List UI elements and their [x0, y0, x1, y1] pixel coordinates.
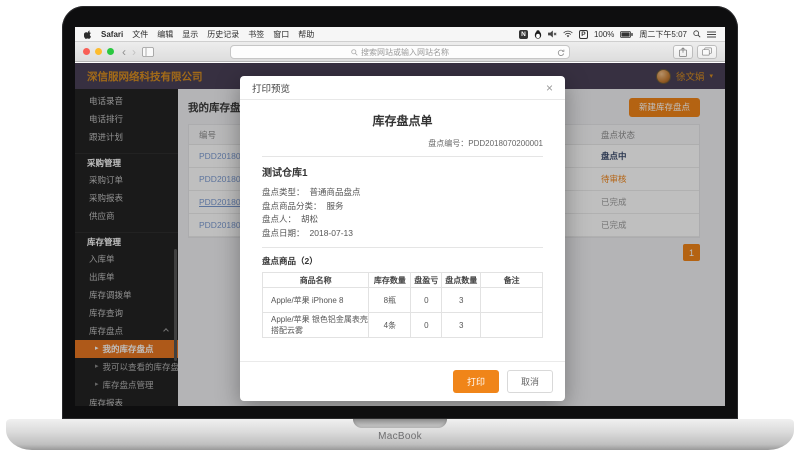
close-window-button[interactable] [83, 48, 90, 55]
notification-center-icon[interactable] [707, 31, 716, 38]
field-stocktaker: 盘点人：胡松 [262, 213, 543, 227]
col-counted-qty: 盘点数量 [442, 273, 481, 288]
back-button[interactable]: ‹ [122, 47, 126, 57]
menubar-item-safari[interactable]: Safari [101, 30, 123, 39]
cell-stock-qty: 8瓶 [369, 288, 411, 313]
battery-icon [620, 31, 633, 38]
col-surplus-deficit: 盘盈亏 [411, 273, 442, 288]
cell-counted-qty: 3 [442, 313, 481, 338]
minimize-window-button[interactable] [95, 48, 102, 55]
col-product-name: 商品名称 [263, 273, 369, 288]
volume-muted-icon[interactable] [548, 30, 557, 38]
goods-header-row: 商品名称 库存数量 盘盈亏 盘点数量 备注 [263, 273, 543, 288]
cell-surplus-deficit: 0 [411, 288, 442, 313]
input-method-icon[interactable]: N [519, 30, 528, 39]
laptop-screen-bezel: Safari 文件 编辑 显示 历史记录 书签 窗口 帮助 N [62, 6, 738, 419]
search-icon [351, 49, 358, 56]
window-controls [83, 48, 114, 55]
address-bar[interactable]: 搜索网站或输入网站名称 [230, 45, 570, 59]
cancel-button[interactable]: 取消 [507, 370, 553, 393]
menubar-item-history[interactable]: 历史记录 [207, 29, 239, 40]
warehouse-name: 测试仓库1 [262, 164, 543, 179]
reload-icon[interactable] [557, 49, 565, 57]
cell-product-name: Apple/苹果 银色铝金属表壳搭配云雾 [263, 313, 369, 338]
close-icon[interactable]: × [546, 82, 553, 94]
parallels-icon[interactable]: P [579, 30, 588, 39]
apple-icon[interactable] [84, 30, 92, 39]
macos-menubar: Safari 文件 编辑 显示 历史记录 书签 窗口 帮助 N [75, 27, 725, 42]
print-button[interactable]: 打印 [453, 370, 499, 393]
cell-remark [481, 288, 543, 313]
screen: Safari 文件 编辑 显示 历史记录 书签 窗口 帮助 N [75, 27, 725, 406]
col-stock-qty: 库存数量 [369, 273, 411, 288]
col-remark: 备注 [481, 273, 543, 288]
field-stocktake-date: 盘点日期：2018-07-13 [262, 227, 543, 241]
menubar-item-help[interactable]: 帮助 [298, 29, 314, 40]
zoom-window-button[interactable] [107, 48, 114, 55]
cell-product-name: Apple/苹果 iPhone 8 [263, 288, 369, 313]
menubar-item-bookmarks[interactable]: 书签 [248, 29, 264, 40]
menubar-item-view[interactable]: 显示 [182, 29, 198, 40]
macbook-lid-notch [353, 419, 447, 428]
menubar-item-window[interactable]: 窗口 [273, 29, 289, 40]
sidebar-toggle-icon[interactable] [142, 47, 154, 57]
menubar-item-file[interactable]: 文件 [132, 29, 148, 40]
battery-percent: 100% [594, 30, 614, 39]
qq-penguin-icon[interactable] [534, 30, 542, 39]
goods-section-title: 盘点商品（2） [262, 255, 543, 267]
macbook-base: MacBook [6, 419, 794, 450]
goods-table: 商品名称 库存数量 盘盈亏 盘点数量 备注 Apple/苹果 iPhone 8 [262, 272, 543, 338]
modal-title: 打印预览 [252, 81, 290, 95]
field-goods-category: 盘点商品分类：服务 [262, 200, 543, 214]
field-stocktake-type: 盘点类型：普通商品盘点 [262, 186, 543, 200]
web-page: 深信服网络科技有限公司 徐文娟 ▾ 电话录音 电话排行 跟进计划 采购管理 采购 [75, 63, 725, 406]
cell-stock-qty: 4条 [369, 313, 411, 338]
cell-counted-qty: 3 [442, 288, 481, 313]
goods-row: Apple/苹果 iPhone 8 8瓶 0 3 [263, 288, 543, 313]
stocktake-number: 盘点编号：PDD2018070200001 [262, 138, 543, 149]
menubar-clock[interactable]: 周二下午5:07 [639, 29, 687, 40]
tabs-overview-button[interactable] [697, 45, 717, 59]
menubar-item-edit[interactable]: 编辑 [157, 29, 173, 40]
cell-surplus-deficit: 0 [411, 313, 442, 338]
print-preview-modal: 打印预览 × 库存盘点单 盘点编号：PDD2018070200001 测试仓库1… [240, 76, 565, 401]
share-button[interactable] [673, 45, 693, 59]
address-placeholder: 搜索网站或输入网站名称 [361, 47, 449, 58]
macbook-mockup: Safari 文件 编辑 显示 历史记录 书签 窗口 帮助 N [0, 0, 800, 464]
cell-remark [481, 313, 543, 338]
goods-row: Apple/苹果 银色铝金属表壳搭配云雾 4条 0 3 [263, 313, 543, 338]
wifi-icon[interactable] [563, 30, 573, 38]
document-title: 库存盘点单 [262, 112, 543, 129]
spotlight-search-icon[interactable] [693, 30, 701, 38]
forward-button[interactable]: › [132, 47, 136, 57]
safari-toolbar: ‹ › 搜索网站或输入网站名称 [75, 42, 725, 62]
